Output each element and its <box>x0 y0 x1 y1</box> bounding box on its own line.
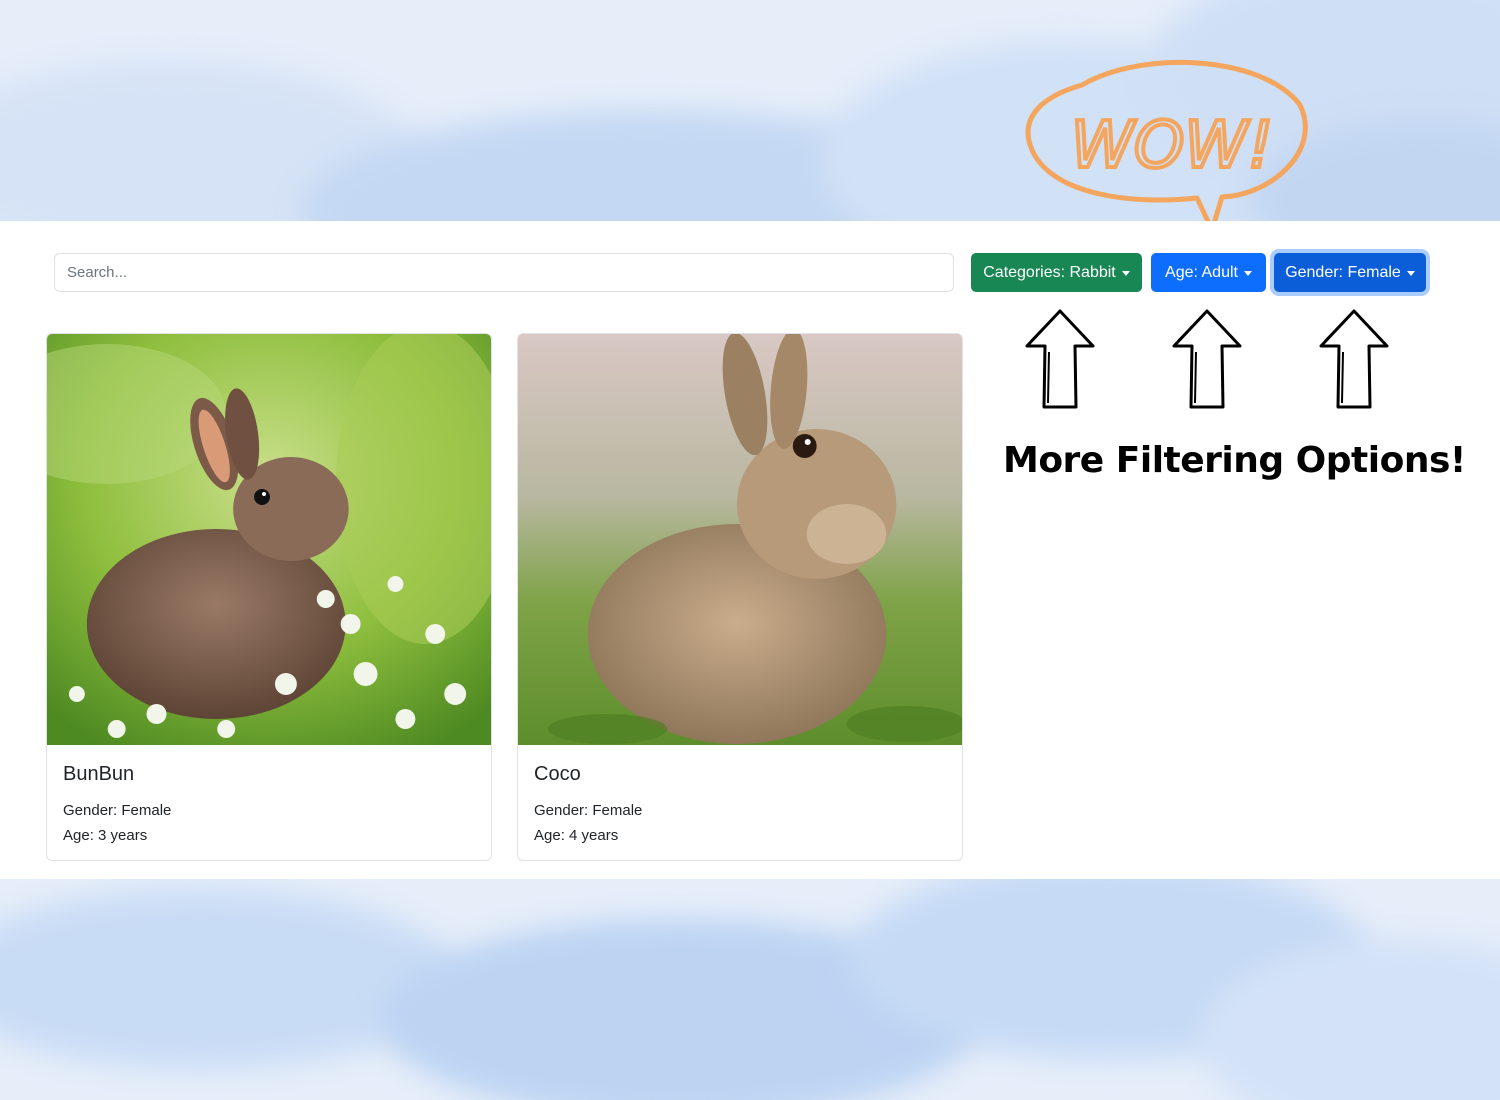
up-arrow-icon <box>1172 309 1242 409</box>
pet-age: Age: 4 years <box>534 827 619 844</box>
pet-age: Age: 3 years <box>63 827 148 844</box>
pet-name: BunBun <box>63 763 135 785</box>
up-arrow-icon <box>1319 309 1389 409</box>
pet-gender: Gender: Female <box>534 802 643 819</box>
main-panel: Categories: Rabbit Age: Adult Gender: Fe… <box>0 221 1500 879</box>
pet-gender: Gender: Female <box>63 802 172 819</box>
pet-name: Coco <box>534 763 581 785</box>
age-filter-label: Age: Adult <box>1165 263 1238 281</box>
pet-photo <box>47 334 491 745</box>
search-input[interactable] <box>54 253 954 292</box>
promo-caption: More Filtering Options! <box>1003 440 1466 481</box>
background-bottom <box>0 879 1500 1100</box>
gender-filter-label: Gender: Female <box>1285 263 1401 281</box>
wow-speech-bubble-icon: WOW! <box>1025 59 1308 233</box>
category-filter-label: Categories: Rabbit <box>983 263 1116 281</box>
up-arrow-icon <box>1025 309 1095 409</box>
wow-text: WOW! <box>1071 109 1274 183</box>
pet-card[interactable]: BunBun Gender: Female Age: 3 years <box>46 333 492 861</box>
category-filter-button[interactable]: Categories: Rabbit <box>971 253 1142 292</box>
caret-down-icon <box>1243 271 1252 276</box>
gender-filter-button[interactable]: Gender: Female <box>1274 253 1426 292</box>
caret-down-icon <box>1121 271 1130 276</box>
pet-card[interactable]: Coco Gender: Female Age: 4 years <box>517 333 963 861</box>
pet-photo <box>518 334 962 745</box>
caret-down-icon <box>1406 271 1415 276</box>
age-filter-button[interactable]: Age: Adult <box>1151 253 1266 292</box>
